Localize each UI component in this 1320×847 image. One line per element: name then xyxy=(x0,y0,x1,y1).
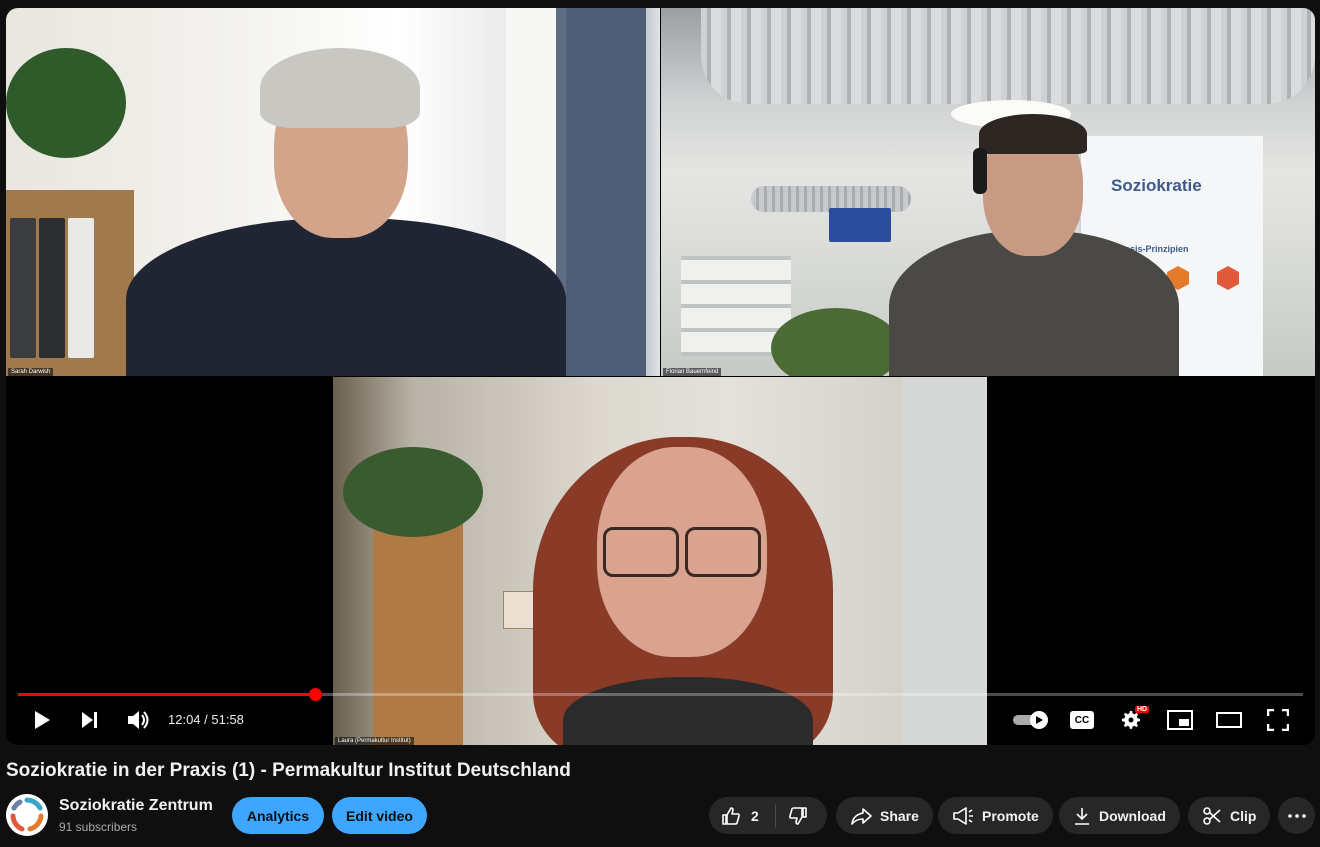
participant-tile-1: Sarah Darwish xyxy=(6,8,660,376)
channel-avatar[interactable] xyxy=(6,794,48,836)
participant-tile-3: Laura (Permakultur Institut) xyxy=(333,377,987,745)
megaphone-icon xyxy=(953,806,973,825)
participant-name-label: Laura (Permakultur Institut) xyxy=(335,737,414,745)
progress-scrubber[interactable] xyxy=(309,688,323,701)
plant xyxy=(6,48,126,158)
share-button[interactable]: Share xyxy=(836,797,933,834)
plant xyxy=(771,308,901,376)
like-count: 2 xyxy=(751,807,759,824)
channel-logo-icon xyxy=(6,794,48,836)
miniplayer-button[interactable] xyxy=(1162,705,1198,735)
video-title: Soziokratie in der Praxis (1) - Permakul… xyxy=(6,760,571,781)
binder xyxy=(39,218,65,358)
clip-label: Clip xyxy=(1230,807,1257,824)
edit-video-button[interactable]: Edit video xyxy=(332,797,427,834)
banner-title: Soziokratie xyxy=(1111,176,1202,195)
fullscreen-button[interactable] xyxy=(1260,705,1296,735)
dislike-button[interactable] xyxy=(788,806,808,826)
next-button[interactable] xyxy=(72,705,108,735)
person-hair xyxy=(260,48,420,128)
person-hair xyxy=(979,114,1087,154)
glasses-icon xyxy=(603,527,679,577)
headset-icon xyxy=(973,148,987,194)
door-frame xyxy=(903,377,987,745)
subscriber-count: 91 subscribers xyxy=(59,820,138,834)
person-body xyxy=(126,218,566,376)
promote-label: Promote xyxy=(982,807,1039,824)
more-actions-button[interactable] xyxy=(1278,797,1315,834)
thumbs-up-icon xyxy=(722,806,740,825)
analytics-button[interactable]: Analytics xyxy=(232,797,324,834)
miniplayer-icon xyxy=(1167,710,1193,730)
download-label: Download xyxy=(1099,807,1166,824)
curtain xyxy=(566,8,646,376)
channel-name[interactable]: Soziokratie Zentrum xyxy=(59,797,213,815)
video-player[interactable]: Sarah Darwish Soziokratie 4 Basis-Prinzi… xyxy=(6,8,1315,745)
theater-mode-button[interactable] xyxy=(1211,705,1247,735)
like-dislike-group: 2 xyxy=(709,797,827,834)
fullscreen-icon xyxy=(1267,709,1289,731)
autoplay-toggle-icon xyxy=(1013,711,1048,729)
promote-button[interactable]: Promote xyxy=(938,797,1053,834)
settings-button[interactable]: HD xyxy=(1113,705,1150,735)
hd-badge: HD xyxy=(1135,706,1150,713)
volume-button[interactable] xyxy=(120,705,156,735)
time-display: 12:04 / 51:58 xyxy=(168,712,244,727)
next-icon xyxy=(82,712,97,728)
thumbs-down-icon xyxy=(788,806,807,825)
progress-played xyxy=(18,693,316,696)
volume-icon xyxy=(128,711,149,729)
binder xyxy=(10,218,36,358)
more-icon xyxy=(1287,813,1306,818)
participant-name-label: Sarah Darwish xyxy=(8,368,54,376)
binder xyxy=(68,218,94,358)
plant xyxy=(343,447,483,537)
sign xyxy=(829,208,891,242)
captions-button[interactable]: CC xyxy=(1064,705,1100,735)
share-label: Share xyxy=(880,807,919,824)
download-icon xyxy=(1075,807,1089,825)
play-icon xyxy=(35,711,50,729)
like-button[interactable]: 2 xyxy=(721,806,759,826)
participant-name-label: Florian Bauernfeind xyxy=(663,368,722,376)
progress-bar[interactable] xyxy=(18,688,1303,701)
autoplay-toggle[interactable] xyxy=(1009,705,1053,735)
scissors-icon xyxy=(1203,806,1221,825)
divider xyxy=(774,803,776,828)
ventilation-duct xyxy=(701,8,1315,104)
glasses-icon xyxy=(685,527,761,577)
hexagon-icon xyxy=(1217,266,1239,290)
download-button[interactable]: Download xyxy=(1059,797,1180,834)
share-icon xyxy=(851,807,872,825)
play-button[interactable] xyxy=(24,705,60,735)
participant-tile-2: Soziokratie 4 Basis-Prinzipien Florian B… xyxy=(661,8,1315,376)
theater-icon xyxy=(1216,712,1242,728)
clip-button[interactable]: Clip xyxy=(1188,797,1271,834)
cc-icon: CC xyxy=(1070,711,1094,729)
